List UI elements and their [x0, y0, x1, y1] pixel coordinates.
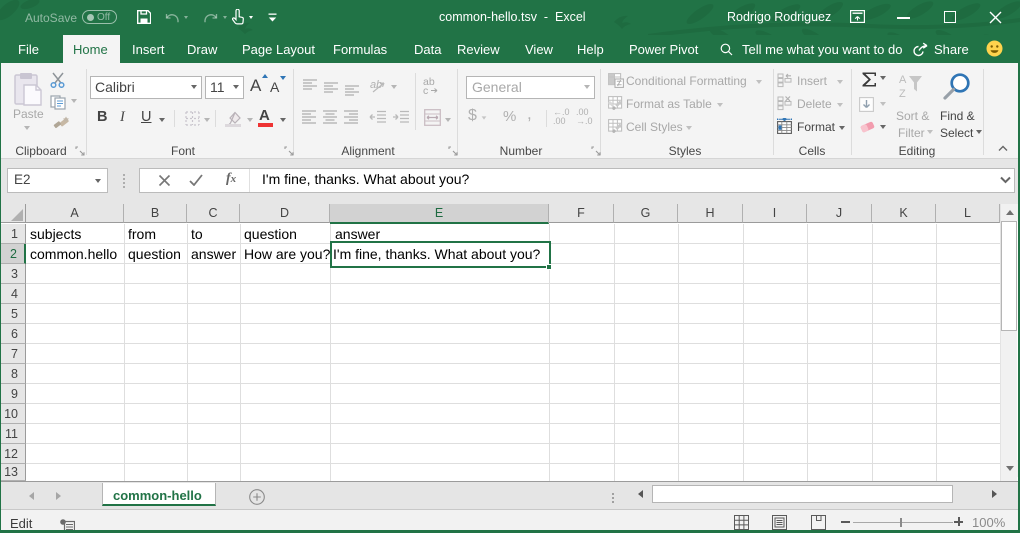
svg-text:Z: Z [899, 88, 906, 97]
svg-text:c: c [423, 85, 428, 95]
svg-text:A: A [899, 74, 907, 86]
